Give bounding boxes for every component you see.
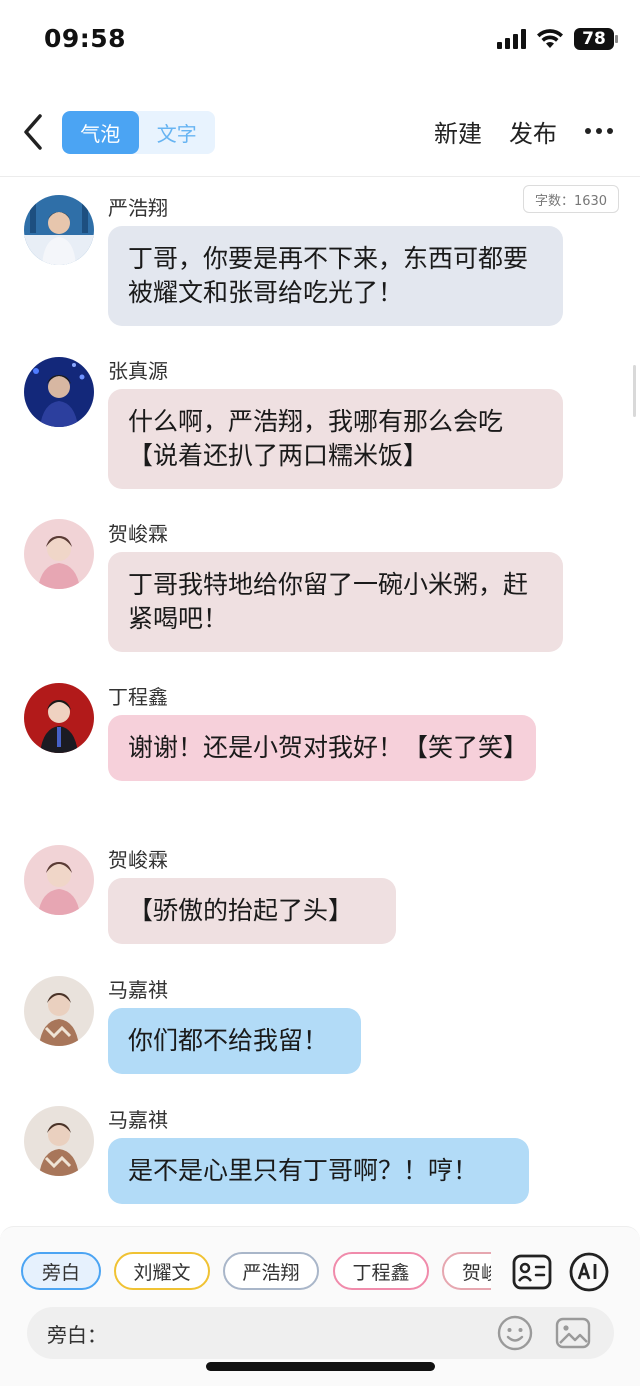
mode-toggle: 气泡 文字 bbox=[62, 111, 215, 154]
speaker-name: 丁程鑫 bbox=[108, 685, 168, 709]
battery-icon: 78 bbox=[574, 28, 618, 50]
image-icon bbox=[555, 1317, 591, 1349]
message-bubble[interactable]: 丁哥我特地给你留了一碗小米粥，赶紧喝吧！ bbox=[108, 552, 563, 652]
message-bubble[interactable]: 什么啊，严浩翔，我哪有那么会吃【说着还扒了两口糯米饭】 bbox=[108, 389, 563, 489]
character-chip-narrator[interactable]: 旁白 bbox=[21, 1252, 101, 1290]
image-button[interactable] bbox=[551, 1311, 595, 1355]
speaker-name: 张真源 bbox=[108, 359, 168, 383]
input-speaker-label: 旁白： bbox=[47, 1323, 107, 1347]
new-button[interactable]: 新建 bbox=[434, 114, 482, 149]
emoji-icon bbox=[497, 1315, 533, 1351]
avatar[interactable] bbox=[24, 1106, 94, 1176]
ai-icon bbox=[569, 1252, 609, 1292]
character-chip[interactable]: 严浩翔 bbox=[223, 1252, 319, 1290]
avatar[interactable] bbox=[24, 357, 94, 427]
character-card-button[interactable] bbox=[511, 1251, 553, 1293]
avatar[interactable] bbox=[24, 845, 94, 915]
character-chip[interactable]: 贺峻霖 bbox=[442, 1252, 491, 1290]
message-bubble[interactable]: 谢谢！还是小贺对我好！【笑了笑】 bbox=[108, 715, 536, 781]
message-bubble[interactable]: 丁哥，你要是再不下来，东西可都要被耀文和张哥给吃光了！ bbox=[108, 226, 563, 326]
speaker-name: 马嘉祺 bbox=[108, 1108, 168, 1132]
message-bubble[interactable]: 是不是心里只有丁哥啊？！哼！ bbox=[108, 1138, 529, 1204]
message-bubble[interactable]: 你们都不给我留！ bbox=[108, 1008, 361, 1074]
avatar[interactable] bbox=[24, 519, 94, 589]
message-input-bar: 旁白： bbox=[27, 1307, 614, 1359]
chevron-left-icon bbox=[24, 114, 42, 150]
emoji-button[interactable] bbox=[493, 1311, 537, 1355]
ai-button[interactable] bbox=[568, 1251, 610, 1293]
tab-text[interactable]: 文字 bbox=[139, 111, 216, 154]
top-nav: 气泡 文字 新建 发布 bbox=[0, 100, 640, 166]
speaker-name: 贺峻霖 bbox=[108, 522, 168, 546]
scroll-indicator[interactable] bbox=[633, 365, 636, 417]
message-bubble[interactable]: 【骄傲的抬起了头】 bbox=[108, 878, 396, 944]
character-chip[interactable]: 丁程鑫 bbox=[333, 1252, 429, 1290]
speaker-name: 贺峻霖 bbox=[108, 848, 168, 872]
more-dot bbox=[596, 128, 602, 134]
speaker-name: 马嘉祺 bbox=[108, 978, 168, 1002]
message-input[interactable] bbox=[109, 1315, 489, 1351]
back-button[interactable] bbox=[18, 110, 54, 154]
status-time: 09:58 bbox=[44, 24, 127, 53]
speaker-name: 严浩翔 bbox=[108, 196, 168, 220]
publish-button[interactable]: 发布 bbox=[509, 114, 557, 149]
more-dot bbox=[607, 128, 613, 134]
avatar[interactable] bbox=[24, 195, 94, 265]
wifi-icon bbox=[537, 29, 563, 48]
character-chip[interactable]: 刘耀文 bbox=[114, 1252, 210, 1290]
avatar[interactable] bbox=[24, 683, 94, 753]
home-indicator bbox=[206, 1362, 435, 1371]
status-bar: 09:58 78 bbox=[0, 0, 640, 80]
status-icons: 78 bbox=[497, 28, 618, 50]
character-selector: 旁白 刘耀文 严浩翔 丁程鑫 贺峻霖 bbox=[21, 1252, 491, 1292]
nav-divider bbox=[0, 176, 640, 177]
word-count-badge: 字数：1630 bbox=[523, 185, 619, 213]
tab-bubble[interactable]: 气泡 bbox=[62, 111, 139, 154]
cellular-signal-icon bbox=[497, 29, 526, 49]
contact-card-icon bbox=[512, 1254, 552, 1290]
more-dot bbox=[585, 128, 591, 134]
avatar[interactable] bbox=[24, 976, 94, 1046]
more-menu-button[interactable] bbox=[585, 128, 613, 134]
